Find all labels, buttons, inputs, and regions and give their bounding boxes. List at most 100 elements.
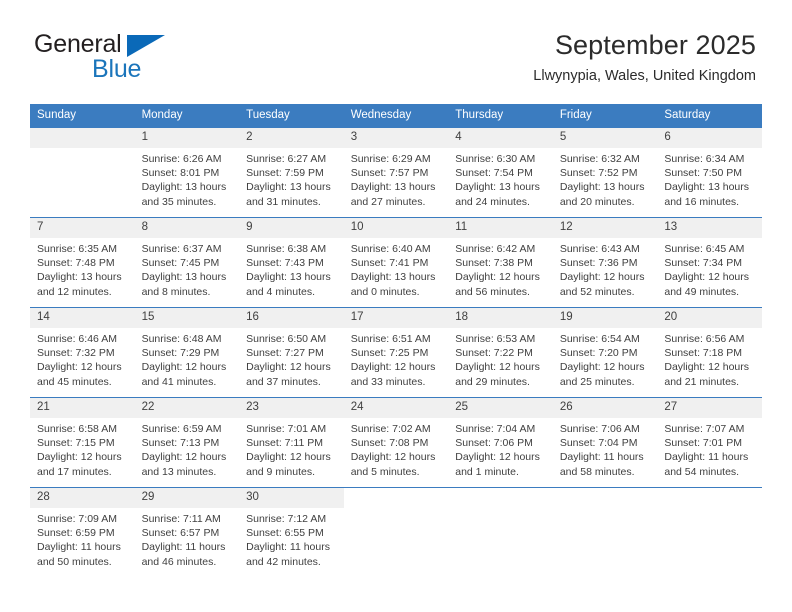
- daylight-text-line1: Daylight: 11 hours: [141, 541, 226, 554]
- daylight-text-line2: and 0 minutes.: [350, 285, 420, 298]
- sunrise-text: Sunrise: 7:12 AM: [246, 513, 327, 525]
- day-details: Sunrise: 6:53 AM Sunset: 7:22 PM Daylight:…: [448, 328, 553, 389]
- calendar-day-cell[interactable]: 27 Sunrise: 7:07 AM Sunset: 7:01 PM Dayligh…: [657, 397, 762, 488]
- day-details: Sunrise: 6:46 AM Sunset: 7:32 PM Daylight:…: [30, 328, 135, 389]
- day-number: 15: [134, 308, 240, 328]
- calendar-day-cell[interactable]: 7 Sunrise: 6:35 AM Sunset: 7:48 PM Daylight…: [30, 217, 135, 308]
- calendar-day-cell[interactable]: 4 Sunrise: 6:30 AM Sunset: 7:54 PM Daylight…: [448, 128, 553, 218]
- sunset-text: Sunset: 7:45 PM: [141, 257, 220, 270]
- day-number: 26: [552, 398, 658, 418]
- calendar-day-cell[interactable]: 16 Sunrise: 6:50 AM Sunset: 7:27 PM Dayligh…: [239, 307, 344, 398]
- calendar-day-cell[interactable]: 13 Sunrise: 6:45 AM Sunset: 7:34 PM Dayligh…: [657, 217, 762, 308]
- sunrise-text: Sunrise: 6:29 AM: [350, 153, 431, 165]
- calendar-day-cell[interactable]: 2 Sunrise: 6:27 AM Sunset: 7:59 PM Daylight…: [239, 128, 344, 218]
- calendar-day-cell[interactable]: 12 Sunrise: 6:43 AM Sunset: 7:36 PM Dayligh…: [552, 217, 658, 308]
- daylight-text-line2: and 24 minutes.: [455, 195, 530, 208]
- day-number: 1: [134, 128, 240, 148]
- day-number: 23: [239, 398, 344, 418]
- sunrise-text: Sunrise: 6:27 AM: [246, 153, 327, 165]
- calendar-day-cell[interactable]: 18 Sunrise: 6:53 AM Sunset: 7:22 PM Dayligh…: [448, 307, 553, 398]
- calendar-day-cell[interactable]: 6 Sunrise: 6:34 AM Sunset: 7:50 PM Daylight…: [657, 128, 762, 218]
- day-number: 18: [448, 308, 553, 328]
- sunrise-sunset-calendar-table: Sunday Monday Tuesday Wednesday Thursday…: [30, 104, 762, 577]
- calendar-day-cell[interactable]: 20 Sunrise: 6:56 AM Sunset: 7:18 PM Dayligh…: [657, 307, 762, 398]
- daylight-text-line2: and 54 minutes.: [664, 465, 740, 478]
- day-details: Sunrise: 6:59 AM Sunset: 7:13 PM Daylight:…: [135, 418, 240, 479]
- day-details: Sunrise: 6:40 AM Sunset: 7:41 PM Daylight:…: [344, 238, 449, 299]
- day-number: 2: [239, 128, 344, 148]
- daylight-text-line1: Daylight: 12 hours: [455, 451, 540, 464]
- sunset-text: Sunset: 7:32 PM: [37, 347, 115, 360]
- calendar-week-row: 1 Sunrise: 6:26 AM Sunset: 8:01 PM Daylight…: [30, 128, 762, 218]
- day-details: Sunrise: 6:38 AM Sunset: 7:43 PM Daylight:…: [239, 238, 344, 299]
- calendar-day-cell[interactable]: 21 Sunrise: 6:58 AM Sunset: 7:15 PM Dayligh…: [30, 397, 135, 488]
- sunset-text: Sunset: 7:50 PM: [664, 167, 743, 180]
- calendar-day-cell[interactable]: 1 Sunrise: 6:26 AM Sunset: 8:01 PM Daylight…: [134, 128, 240, 218]
- sunrise-text: Sunrise: 6:46 AM: [37, 333, 117, 345]
- daylight-text-line2: and 31 minutes.: [246, 195, 321, 208]
- calendar-day-cell[interactable]: 29 Sunrise: 7:11 AM Sunset: 6:57 PM Dayligh…: [134, 487, 240, 577]
- sunrise-text: Sunrise: 6:26 AM: [141, 153, 222, 165]
- calendar-day-cell[interactable]: 26 Sunrise: 7:06 AM Sunset: 7:04 PM Dayligh…: [552, 397, 658, 488]
- day-details: Sunrise: 7:09 AM Sunset: 6:59 PM Daylight:…: [30, 508, 135, 569]
- day-number: 19: [552, 308, 658, 328]
- daylight-text-line2: and 13 minutes.: [141, 465, 217, 478]
- day-number: 29: [134, 488, 240, 508]
- daylight-text-line1: Daylight: 12 hours: [246, 451, 331, 464]
- title-block: September 2025 Llwynypia, Wales, United …: [533, 28, 756, 85]
- day-details: Sunrise: 6:58 AM Sunset: 7:15 PM Daylight:…: [30, 418, 135, 479]
- calendar-day-cell[interactable]: 9 Sunrise: 6:38 AM Sunset: 7:43 PM Daylight…: [239, 217, 344, 308]
- day-number: 20: [657, 308, 762, 328]
- daylight-text-line1: Daylight: 12 hours: [664, 361, 750, 374]
- day-details: Sunrise: 6:35 AM Sunset: 7:48 PM Daylight:…: [30, 238, 135, 299]
- sunset-text: Sunset: 7:41 PM: [350, 257, 429, 270]
- daylight-text-line2: and 8 minutes.: [141, 285, 211, 298]
- calendar-week-row: 28 Sunrise: 7:09 AM Sunset: 6:59 PM Dayligh…: [30, 487, 762, 577]
- calendar-day-cell[interactable]: 30 Sunrise: 7:12 AM Sunset: 6:55 PM Dayligh…: [239, 487, 344, 577]
- sunset-text: Sunset: 7:29 PM: [141, 347, 220, 360]
- calendar-day-cell[interactable]: 19 Sunrise: 6:54 AM Sunset: 7:20 PM Dayligh…: [552, 307, 658, 398]
- day-details: Sunrise: 6:37 AM Sunset: 7:45 PM Daylight:…: [135, 238, 240, 299]
- sunset-text: Sunset: 7:13 PM: [141, 437, 220, 450]
- day-number: 7: [30, 218, 135, 238]
- calendar-day-cell[interactable]: 10 Sunrise: 6:40 AM Sunset: 7:41 PM Dayligh…: [343, 217, 449, 308]
- daylight-text-line2: and 27 minutes.: [350, 195, 426, 208]
- sunrise-text: Sunrise: 7:06 AM: [559, 423, 640, 435]
- daylight-text-line2: and 1 minute.: [455, 465, 519, 478]
- weekday-header-tuesday: Tuesday: [239, 104, 344, 128]
- general-blue-logo: General Blue: [34, 32, 214, 88]
- calendar-day-cell[interactable]: 8 Sunrise: 6:37 AM Sunset: 7:45 PM Daylight…: [134, 217, 240, 308]
- calendar-day-cell-empty[interactable]: [30, 128, 135, 218]
- daylight-text-line2: and 20 minutes.: [559, 195, 635, 208]
- day-details: Sunrise: 6:48 AM Sunset: 7:29 PM Daylight:…: [135, 328, 240, 389]
- sunset-text: Sunset: 7:11 PM: [246, 437, 323, 450]
- calendar-day-cell[interactable]: 24 Sunrise: 7:02 AM Sunset: 7:08 PM Dayligh…: [343, 397, 449, 488]
- calendar-day-cell[interactable]: 23 Sunrise: 7:01 AM Sunset: 7:11 PM Dayligh…: [239, 397, 344, 488]
- weekday-header-row: Sunday Monday Tuesday Wednesday Thursday…: [30, 104, 762, 128]
- sunrise-text: Sunrise: 6:34 AM: [664, 153, 745, 165]
- day-number: 9: [239, 218, 344, 238]
- calendar-day-cell[interactable]: 11 Sunrise: 6:42 AM Sunset: 7:38 PM Dayligh…: [448, 217, 553, 308]
- calendar-day-cell[interactable]: 25 Sunrise: 7:04 AM Sunset: 7:06 PM Dayligh…: [448, 397, 553, 488]
- calendar-day-cell[interactable]: 5 Sunrise: 6:32 AM Sunset: 7:52 PM Daylight…: [552, 128, 658, 218]
- calendar-header-row-group: Sunday Monday Tuesday Wednesday Thursday…: [30, 104, 762, 128]
- calendar-day-cell[interactable]: 17 Sunrise: 6:51 AM Sunset: 7:25 PM Dayligh…: [343, 307, 449, 398]
- calendar-day-cell[interactable]: 22 Sunrise: 6:59 AM Sunset: 7:13 PM Dayligh…: [134, 397, 240, 488]
- daylight-text-line1: Daylight: 13 hours: [141, 271, 227, 284]
- day-number: 13: [657, 218, 762, 238]
- sunset-text: Sunset: 8:01 PM: [141, 167, 220, 180]
- calendar-day-cell[interactable]: 14 Sunrise: 6:46 AM Sunset: 7:32 PM Dayligh…: [30, 307, 135, 398]
- calendar-day-cell[interactable]: 28 Sunrise: 7:09 AM Sunset: 6:59 PM Dayligh…: [30, 487, 135, 577]
- sunrise-text: Sunrise: 6:35 AM: [37, 243, 117, 255]
- daylight-text-line1: Daylight: 12 hours: [455, 271, 540, 284]
- calendar-day-cell[interactable]: 3 Sunrise: 6:29 AM Sunset: 7:57 PM Daylight…: [343, 128, 449, 218]
- day-number: 17: [343, 308, 449, 328]
- day-number: 3: [343, 128, 449, 148]
- sunrise-text: Sunrise: 6:40 AM: [350, 243, 431, 255]
- sunset-text: Sunset: 6:59 PM: [37, 527, 115, 540]
- sunset-text: Sunset: 7:06 PM: [455, 437, 533, 450]
- calendar-day-cell[interactable]: 15 Sunrise: 6:48 AM Sunset: 7:29 PM Dayligh…: [134, 307, 240, 398]
- calendar-day-cell-blank: [552, 487, 658, 577]
- sunset-text: Sunset: 7:01 PM: [664, 437, 743, 450]
- weekday-header-sunday: Sunday: [30, 104, 135, 128]
